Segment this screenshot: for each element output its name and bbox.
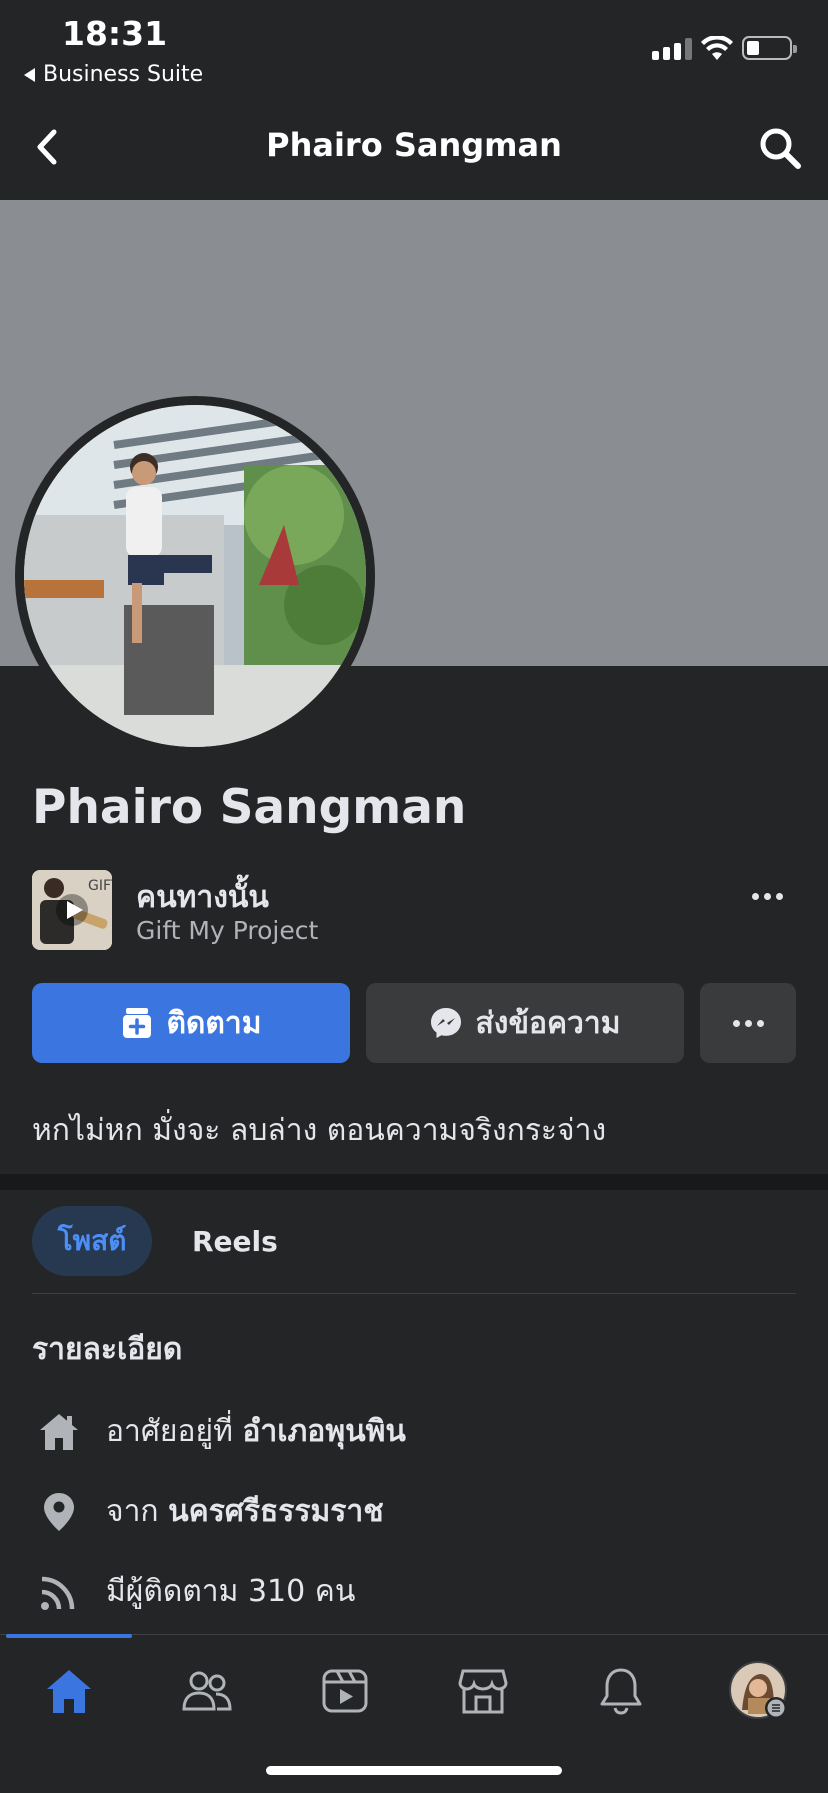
- message-button[interactable]: ส่งข้อความ: [366, 983, 684, 1063]
- home-icon[interactable]: [36, 1658, 102, 1724]
- follow-icon: [123, 1008, 152, 1038]
- profile-bio: หกไม่หก มั่งจะ ลบล่าง ตอนความจริงกระจ่าง: [32, 1113, 607, 1148]
- page-title: Phairo Sangman: [266, 126, 562, 164]
- back-to-app-link[interactable]: Business Suite: [24, 62, 203, 87]
- from-place[interactable]: นครศรีธรรมราช: [168, 1494, 383, 1529]
- search-icon[interactable]: [758, 126, 802, 170]
- status-time: 18:31: [62, 14, 168, 53]
- message-label: ส่งข้อความ: [475, 1005, 621, 1041]
- profile-more-button[interactable]: [700, 983, 796, 1063]
- wifi-icon: [701, 36, 733, 60]
- location-pin-icon: [36, 1489, 82, 1535]
- profile-name: Phairo Sangman: [32, 780, 467, 835]
- home-detail-icon: [36, 1409, 82, 1455]
- featured-title[interactable]: คนทางนั้น: [136, 874, 269, 921]
- featured-more-icon[interactable]: [752, 893, 783, 900]
- featured-subtitle: Gift My Project: [136, 916, 319, 945]
- follow-button[interactable]: ติดตาม: [32, 983, 350, 1063]
- marketplace-icon[interactable]: [450, 1658, 516, 1724]
- cellular-signal-icon: [652, 38, 692, 60]
- featured-video-thumbnail[interactable]: GIFT: [32, 870, 112, 950]
- followers-count[interactable]: มีผู้ติดตาม 310 คน: [106, 1568, 355, 1615]
- profile-picture[interactable]: [24, 405, 366, 747]
- follow-label: ติดตาม: [166, 1005, 262, 1041]
- tab-reels[interactable]: Reels: [192, 1206, 278, 1276]
- lives-prefix: อาศัยอยู่ที่: [106, 1414, 233, 1449]
- home-indicator[interactable]: [266, 1766, 562, 1775]
- back-app-label: Business Suite: [43, 62, 204, 87]
- lives-place[interactable]: อำเภอพุนพิน: [242, 1414, 405, 1449]
- tabs-divider: [32, 1293, 796, 1294]
- active-tab-indicator: [6, 1634, 132, 1638]
- detail-from: จาก นครศรีธรรมราช: [36, 1488, 384, 1535]
- tab-posts[interactable]: โพสต์: [32, 1206, 152, 1276]
- details-heading: รายละเอียด: [32, 1332, 183, 1367]
- rss-feed-icon: [36, 1569, 82, 1615]
- notifications-icon[interactable]: [588, 1658, 654, 1724]
- top-navigation-bar: Phairo Sangman: [0, 96, 828, 200]
- back-triangle-icon: [24, 67, 35, 82]
- friends-icon[interactable]: [174, 1658, 240, 1724]
- messenger-icon: [431, 1008, 462, 1038]
- svg-text:GIFT: GIFT: [88, 878, 112, 894]
- battery-icon: [742, 36, 797, 60]
- profile-menu-icon[interactable]: [726, 1658, 792, 1724]
- detail-lives-in: อาศัยอยู่ที่ อำเภอพุนพิน: [36, 1408, 406, 1455]
- watch-icon[interactable]: [312, 1658, 378, 1724]
- section-divider: [0, 1174, 828, 1190]
- detail-followers: มีผู้ติดตาม 310 คน: [36, 1568, 355, 1615]
- from-prefix: จาก: [106, 1494, 159, 1529]
